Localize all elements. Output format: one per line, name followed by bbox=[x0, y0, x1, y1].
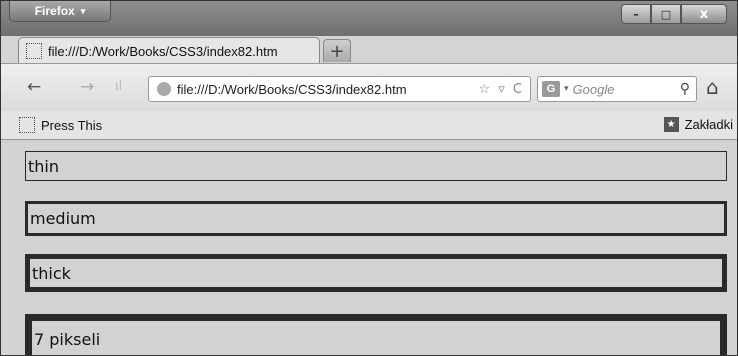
page-content: thin medium thick 7 pikseli bbox=[8, 140, 737, 355]
firefox-menu-button[interactable]: Firefox ▾ bbox=[9, 1, 111, 22]
page-icon bbox=[19, 117, 35, 133]
box-label: 7 pikseli bbox=[34, 329, 101, 349]
page-icon bbox=[26, 43, 42, 59]
window-controls: – □ x bbox=[621, 4, 727, 24]
signal-icon: ıl bbox=[115, 79, 123, 94]
bookmarks-menu-label: Zakładki bbox=[684, 117, 733, 132]
close-icon: x bbox=[699, 6, 709, 22]
border-medium-box: medium bbox=[25, 201, 727, 236]
bookmark-star-dropdown-reload-icons[interactable]: ☆ ▿ C bbox=[478, 82, 524, 97]
forward-arrow-icon[interactable]: → bbox=[80, 77, 94, 97]
bookmark-label: Press This bbox=[41, 117, 103, 133]
bookmarks-toolbar: Press This ★ Zakładki bbox=[1, 111, 737, 140]
search-engine-icon[interactable]: G bbox=[542, 81, 560, 97]
url-bar[interactable]: file:///D:/Work/Books/CSS3/index82.htm ☆… bbox=[148, 76, 531, 102]
tab-label: file:///D:/Work/Books/CSS3/index82.htm bbox=[48, 43, 278, 59]
title-bar: Firefox ▾ – □ x bbox=[1, 1, 737, 36]
browser-window: Firefox ▾ – □ x file:///D:/Work/Books/CS… bbox=[0, 0, 738, 356]
box-label: thin bbox=[28, 156, 59, 176]
box-label: thick bbox=[32, 263, 71, 283]
new-tab-button[interactable]: + bbox=[323, 39, 351, 62]
search-engine-dropdown-icon[interactable]: ▾ bbox=[564, 84, 569, 94]
border-thin-box: thin bbox=[25, 151, 727, 181]
maximize-icon: □ bbox=[660, 7, 672, 21]
close-button[interactable]: x bbox=[681, 4, 727, 24]
search-input[interactable]: Google bbox=[573, 82, 680, 97]
search-bar[interactable]: G ▾ Google ⚲ bbox=[537, 76, 697, 102]
minimize-icon: – bbox=[633, 7, 639, 21]
bookmarks-menu-button[interactable]: ★ Zakładki bbox=[663, 117, 733, 132]
box-label: medium bbox=[30, 209, 96, 228]
globe-icon bbox=[157, 82, 171, 96]
bookmarks-icon: ★ bbox=[663, 117, 679, 132]
navigation-toolbar: ← → ıl file:///D:/Work/Books/CSS3/index8… bbox=[1, 63, 737, 112]
chevron-down-icon: ▾ bbox=[80, 5, 86, 16]
bookmark-press-this[interactable]: Press This bbox=[19, 117, 102, 133]
search-icon[interactable]: ⚲ bbox=[680, 81, 690, 97]
border-7px-box: 7 pikseli bbox=[25, 314, 727, 355]
minimize-button[interactable]: – bbox=[621, 4, 651, 24]
border-thick-box: thick bbox=[25, 254, 727, 292]
plus-icon: + bbox=[329, 40, 345, 62]
home-icon[interactable]: ⌂ bbox=[706, 75, 719, 99]
maximize-button[interactable]: □ bbox=[651, 4, 681, 24]
url-text[interactable]: file:///D:/Work/Books/CSS3/index82.htm bbox=[177, 82, 478, 97]
firefox-menu-label: Firefox bbox=[34, 4, 75, 18]
back-arrow-icon[interactable]: ← bbox=[27, 77, 41, 97]
tab-active[interactable]: file:///D:/Work/Books/CSS3/index82.htm bbox=[18, 37, 320, 64]
